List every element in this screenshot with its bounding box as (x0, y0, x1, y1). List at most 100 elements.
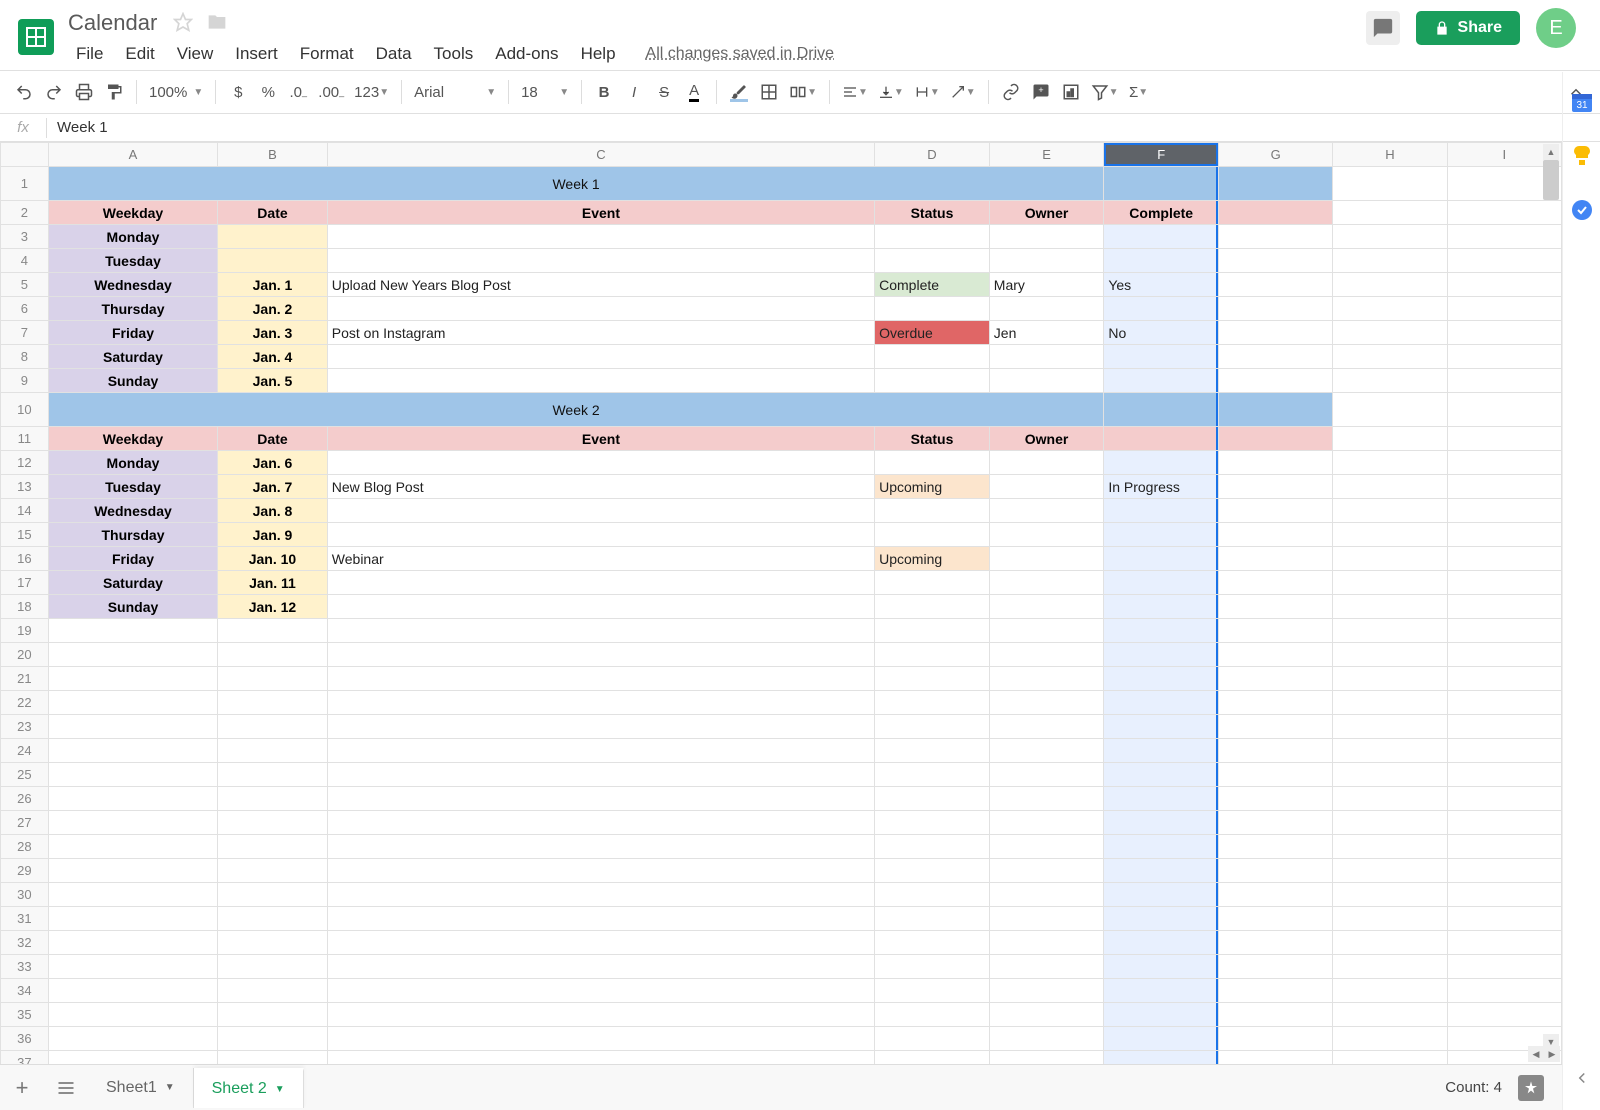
cell[interactable] (1104, 739, 1219, 763)
merge-cells-button[interactable]: ▼ (785, 78, 821, 106)
cell[interactable] (875, 523, 990, 547)
row-header-4[interactable]: 4 (1, 249, 49, 273)
cell[interactable] (1333, 475, 1447, 499)
cell[interactable] (48, 1027, 217, 1051)
cell[interactable] (1219, 619, 1333, 643)
cell[interactable] (989, 345, 1104, 369)
cell[interactable]: Jan. 5 (218, 369, 328, 393)
cell[interactable] (218, 955, 328, 979)
cell[interactable] (875, 859, 990, 883)
row-header-20[interactable]: 20 (1, 643, 49, 667)
cell[interactable] (1104, 369, 1219, 393)
tab-sheet2[interactable]: Sheet 2▼ (194, 1068, 304, 1108)
cell[interactable]: Upcoming (875, 475, 990, 499)
cell[interactable] (48, 907, 217, 931)
cell[interactable] (1104, 1051, 1219, 1065)
cell[interactable] (1219, 427, 1333, 451)
cell[interactable] (989, 667, 1104, 691)
cell[interactable] (218, 1003, 328, 1027)
cell[interactable] (1333, 787, 1447, 811)
row-header-17[interactable]: 17 (1, 571, 49, 595)
cell[interactable] (1333, 763, 1447, 787)
cell[interactable] (989, 571, 1104, 595)
cell[interactable]: Monday (48, 225, 217, 249)
strikethrough-button[interactable]: S (650, 78, 678, 106)
cell[interactable] (989, 225, 1104, 249)
cell[interactable] (48, 883, 217, 907)
col-header-G[interactable]: G (1219, 143, 1333, 167)
cell[interactable] (1219, 979, 1333, 1003)
row-header-2[interactable]: 2 (1, 201, 49, 225)
row-header-5[interactable]: 5 (1, 273, 49, 297)
cell[interactable] (1219, 475, 1333, 499)
cell[interactable] (1104, 787, 1219, 811)
cell[interactable] (1219, 499, 1333, 523)
cell[interactable] (327, 739, 874, 763)
cell[interactable]: No (1104, 321, 1219, 345)
cell[interactable] (218, 787, 328, 811)
cell[interactable] (1333, 393, 1447, 427)
cell[interactable] (1219, 523, 1333, 547)
cell[interactable] (1219, 907, 1333, 931)
cell[interactable] (989, 643, 1104, 667)
cell[interactable]: Tuesday (48, 475, 217, 499)
cell[interactable]: Jan. 7 (218, 475, 328, 499)
row-header-33[interactable]: 33 (1, 955, 49, 979)
scroll-left-button[interactable]: ◀ (1528, 1046, 1544, 1062)
row-header-15[interactable]: 15 (1, 523, 49, 547)
row-header-31[interactable]: 31 (1, 907, 49, 931)
col-header-D[interactable]: D (875, 143, 990, 167)
share-button[interactable]: Share (1416, 11, 1520, 45)
cell[interactable] (1104, 691, 1219, 715)
cell[interactable] (1219, 859, 1333, 883)
cell[interactable] (218, 667, 328, 691)
cell[interactable] (1333, 931, 1447, 955)
cell[interactable] (218, 811, 328, 835)
bold-button[interactable]: B (590, 78, 618, 106)
row-header-8[interactable]: 8 (1, 345, 49, 369)
tab-sheet1[interactable]: Sheet1▼ (88, 1068, 194, 1108)
cell[interactable] (1219, 167, 1333, 201)
cell[interactable]: Upload New Years Blog Post (327, 273, 874, 297)
chart-button[interactable] (1057, 78, 1085, 106)
fontsize-dropdown[interactable]: 18▼ (517, 78, 573, 106)
comment-button[interactable]: + (1027, 78, 1055, 106)
cell[interactable] (1333, 859, 1447, 883)
row-header-23[interactable]: 23 (1, 715, 49, 739)
cell[interactable] (1219, 451, 1333, 475)
cell[interactable] (1333, 547, 1447, 571)
cell[interactable]: Jen (989, 321, 1104, 345)
menu-file[interactable]: File (66, 40, 113, 68)
cell[interactable]: Jan. 12 (218, 595, 328, 619)
cell[interactable] (1333, 273, 1447, 297)
cell[interactable] (989, 451, 1104, 475)
cell[interactable] (327, 859, 874, 883)
cell[interactable] (327, 811, 874, 835)
cell[interactable] (48, 715, 217, 739)
row-header-6[interactable]: 6 (1, 297, 49, 321)
col-header-A[interactable]: A (48, 143, 217, 167)
cell[interactable] (327, 667, 874, 691)
cell[interactable]: Wednesday (48, 273, 217, 297)
cell[interactable] (48, 835, 217, 859)
cell[interactable] (327, 763, 874, 787)
cell[interactable] (1219, 1051, 1333, 1065)
cell[interactable] (1219, 763, 1333, 787)
cell[interactable]: Jan. 10 (218, 547, 328, 571)
vertical-scrollbar[interactable]: ▲ ▼ (1542, 160, 1560, 1050)
format-percent-button[interactable]: % (254, 78, 282, 106)
cell[interactable]: Jan. 11 (218, 571, 328, 595)
cell[interactable] (1104, 1003, 1219, 1027)
cell[interactable] (1333, 427, 1447, 451)
cell[interactable] (1219, 571, 1333, 595)
cell[interactable] (218, 225, 328, 249)
cell[interactable] (1219, 715, 1333, 739)
cell[interactable] (1219, 321, 1333, 345)
col-header-B[interactable]: B (218, 143, 328, 167)
print-button[interactable] (70, 78, 98, 106)
row-header-24[interactable]: 24 (1, 739, 49, 763)
cell[interactable]: Jan. 9 (218, 523, 328, 547)
cell[interactable] (327, 955, 874, 979)
cell[interactable]: Upcoming (875, 547, 990, 571)
cell[interactable] (875, 595, 990, 619)
